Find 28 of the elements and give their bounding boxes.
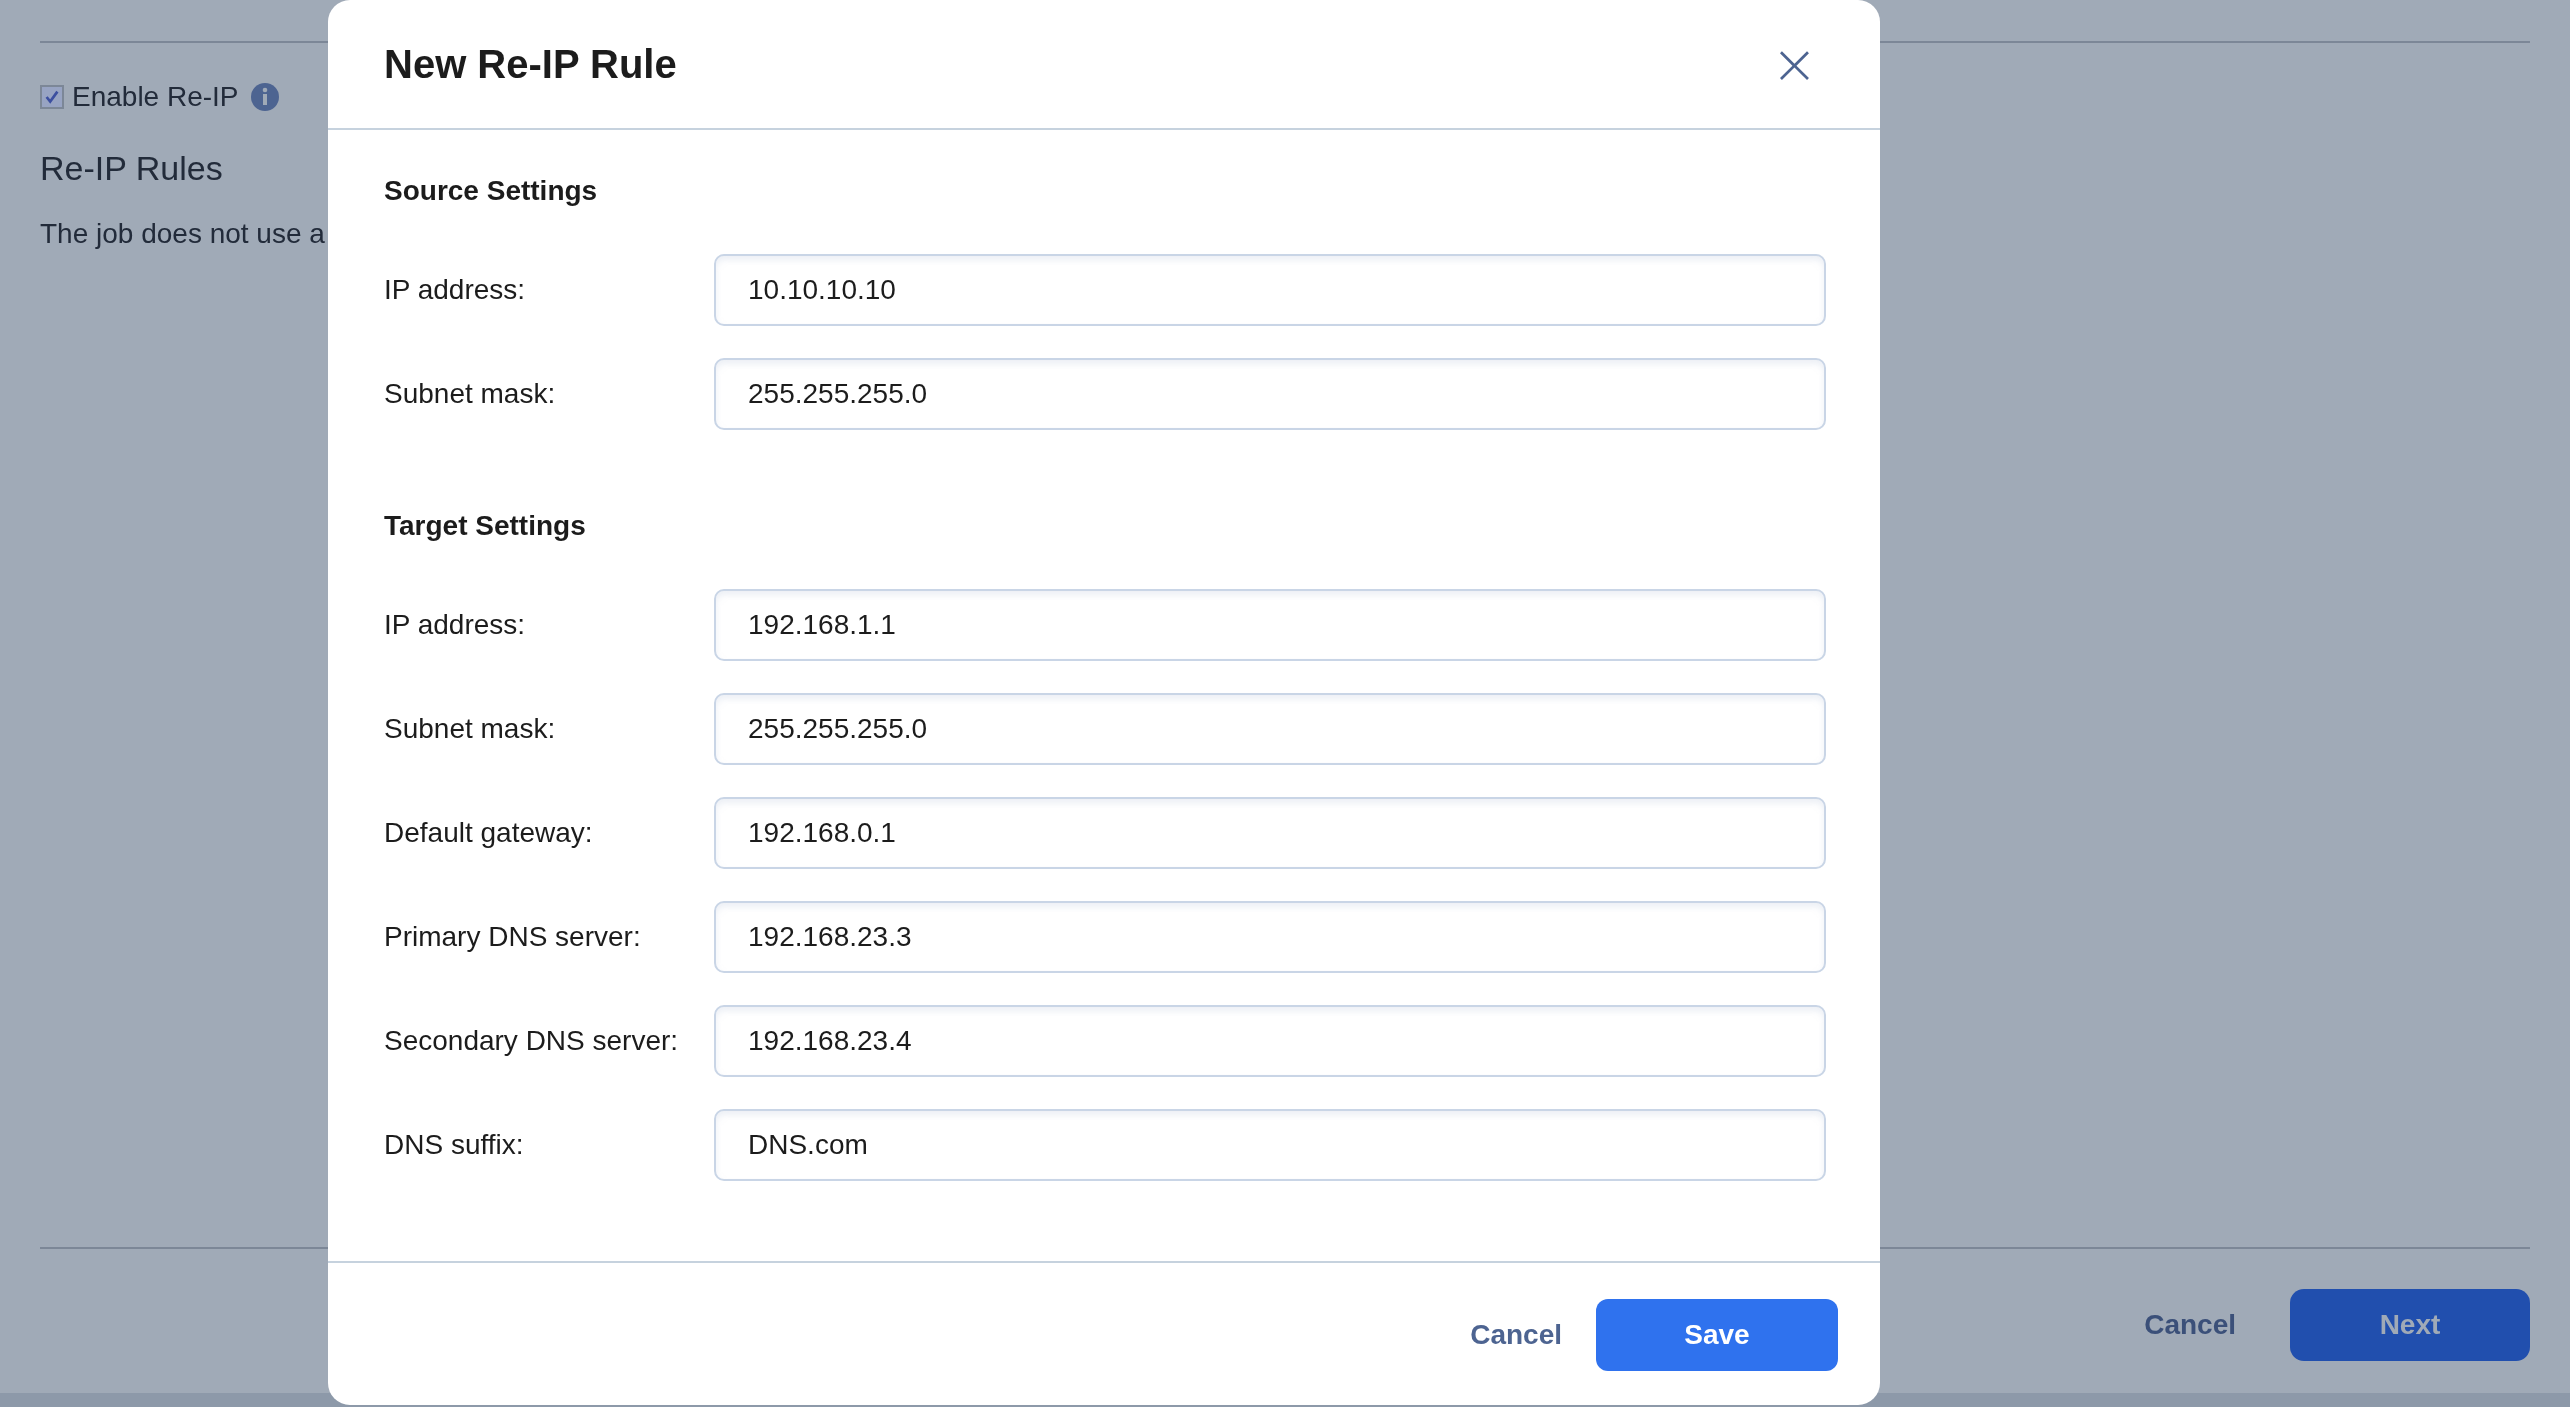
rules-description: The job does not use a [40, 218, 326, 250]
field-label: Secondary DNS server: [384, 1025, 680, 1058]
input-field[interactable]: 192.168.1.1 [714, 589, 1826, 662]
field-label: IP address: [384, 274, 527, 307]
enable-label: Enable Re-IP [72, 81, 239, 113]
checkmark-icon [43, 88, 61, 106]
info-icon[interactable] [250, 83, 279, 111]
section-heading: Re-IP Rules [40, 149, 224, 188]
section-title: Source Settings [384, 175, 599, 208]
close-button[interactable]: × [1765, 36, 1824, 93]
enable-checkbox[interactable] [40, 85, 64, 109]
save-button[interactable]: Save [1596, 1299, 1838, 1372]
field-label: IP address: [384, 609, 527, 642]
field-label: Subnet mask: [384, 713, 557, 746]
input-field[interactable]: 192.168.23.4 [714, 1005, 1826, 1078]
dialog-title: New Re-IP Rule [384, 41, 677, 87]
field-label: Primary DNS server: [384, 921, 642, 954]
input-field[interactable]: 192.168.23.3 [714, 901, 1826, 974]
input-field[interactable]: 255.255.255.0 [714, 358, 1826, 431]
section-title: Target Settings [384, 510, 587, 543]
input-field[interactable]: DNS.com [714, 1109, 1826, 1182]
field-label: Default gateway: [384, 817, 594, 850]
input-field[interactable]: 192.168.0.1 [714, 797, 1826, 870]
input-field[interactable]: 10.10.10.10 [714, 254, 1826, 327]
input-field[interactable]: 255.255.255.0 [714, 693, 1826, 766]
field-label: Subnet mask: [384, 378, 557, 411]
field-label: DNS suffix: [384, 1129, 525, 1162]
cancel-button[interactable]: Cancel [1460, 1309, 1572, 1362]
